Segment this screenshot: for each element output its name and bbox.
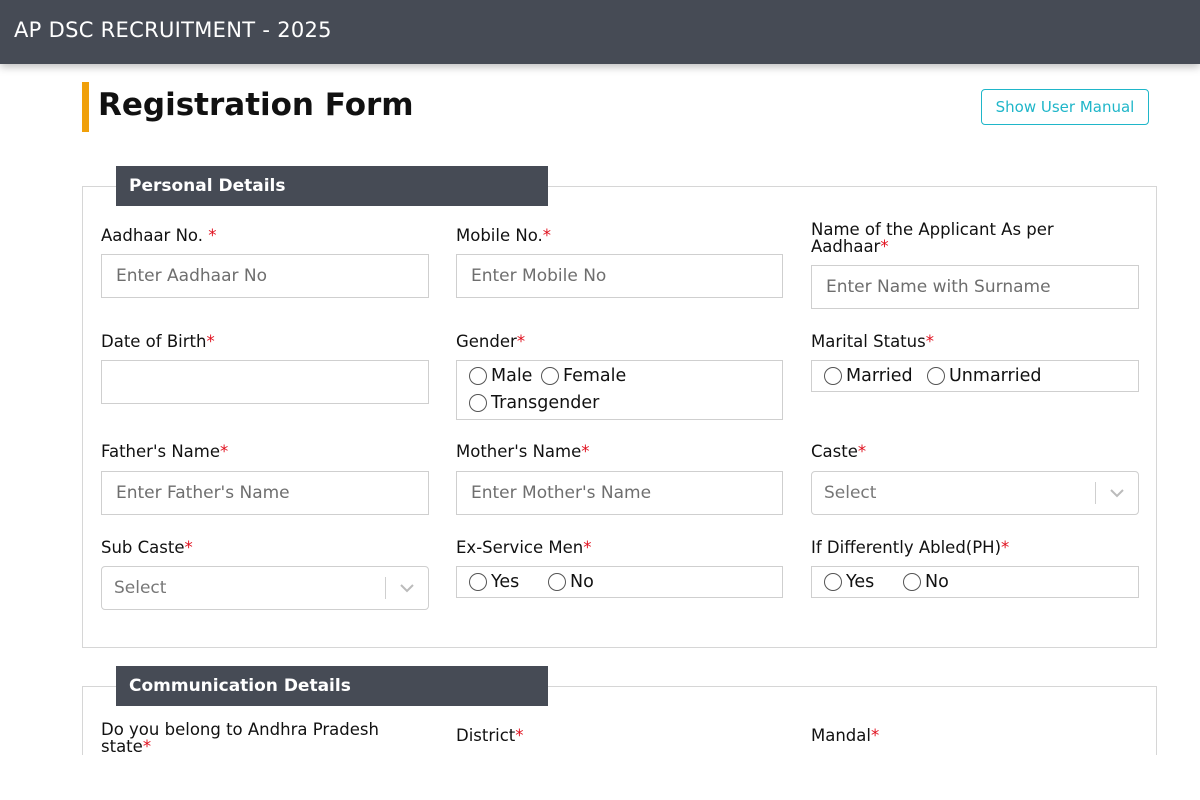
marital-unmarried-option[interactable]: Unmarried	[927, 366, 1042, 386]
mobile-label: Mobile No.*	[456, 227, 551, 244]
sub-caste-select-value: Select	[114, 578, 167, 598]
radio-circle-icon[interactable]	[927, 367, 945, 385]
radio-circle-icon[interactable]	[903, 573, 921, 591]
caste-select-value: Select	[824, 483, 877, 503]
mobile-input[interactable]	[456, 254, 783, 298]
show-user-manual-button[interactable]: Show User Manual	[981, 89, 1149, 125]
mandal-label: Mandal*	[811, 727, 879, 744]
marital-status-radio-group: Married Unmarried	[811, 360, 1139, 392]
required-marker: *	[581, 442, 590, 461]
marital-label-text: Marital Status	[811, 332, 926, 351]
aadhaar-label-text: Aadhaar No.	[101, 226, 209, 245]
page-title: Registration Form	[98, 87, 414, 123]
mandal-label-text: Mandal	[811, 726, 871, 745]
radio-circle-icon[interactable]	[548, 573, 566, 591]
required-marker: *	[220, 442, 229, 461]
radio-circle-icon[interactable]	[824, 573, 842, 591]
gender-female-label: Female	[563, 366, 627, 386]
ex-service-label: Ex-Service Men*	[456, 539, 591, 556]
sub-caste-label: Sub Caste*	[101, 539, 193, 556]
district-label-text: District	[456, 726, 516, 745]
gender-transgender-option[interactable]: Transgender	[469, 393, 599, 413]
applicant-name-label: Name of the Applicant As per Aadhaar*	[811, 221, 1054, 255]
differently-abled-no-label: No	[925, 572, 949, 592]
ex-service-label-text: Ex-Service Men	[456, 538, 584, 557]
gender-male-option[interactable]: Male	[469, 366, 532, 386]
differently-abled-radio-group: Yes No	[811, 566, 1139, 598]
father-name-input[interactable]	[101, 471, 429, 515]
radio-circle-icon[interactable]	[541, 367, 559, 385]
chevron-down-icon[interactable]	[1096, 488, 1138, 498]
app-title: AP DSC RECRUITMENT - 2025	[14, 18, 332, 42]
differently-abled-label-text: If Differently Abled(PH)	[811, 538, 1002, 557]
communication-details-heading: Communication Details	[116, 666, 548, 706]
dob-label: Date of Birth*	[101, 333, 215, 350]
required-marker: *	[1001, 538, 1010, 557]
sub-caste-select[interactable]: Select	[101, 566, 429, 610]
required-marker: *	[870, 726, 880, 745]
ex-service-radio-group: Yes No	[456, 566, 783, 598]
required-marker: *	[208, 226, 217, 245]
gender-transgender-label: Transgender	[491, 393, 600, 413]
marital-married-option[interactable]: Married	[824, 366, 913, 386]
top-header-bar: AP DSC RECRUITMENT - 2025	[0, 0, 1200, 64]
mother-name-label: Mother's Name*	[456, 443, 590, 460]
differently-abled-no-option[interactable]: No	[903, 572, 949, 592]
dob-input[interactable]	[101, 360, 429, 404]
ex-service-no-option[interactable]: No	[548, 572, 594, 592]
required-marker: *	[925, 332, 934, 351]
caste-select[interactable]: Select	[811, 471, 1139, 515]
required-marker: *	[142, 737, 152, 756]
mother-name-input[interactable]	[456, 471, 783, 515]
differently-abled-yes-label: Yes	[846, 572, 875, 592]
ex-service-yes-label: Yes	[491, 572, 520, 592]
radio-circle-icon[interactable]	[824, 367, 842, 385]
gender-label: Gender*	[456, 333, 525, 350]
radio-circle-icon[interactable]	[469, 573, 487, 591]
radio-circle-icon[interactable]	[469, 367, 487, 385]
required-marker: *	[583, 538, 592, 557]
gender-male-label: Male	[491, 366, 533, 386]
mother-label-text: Mother's Name	[456, 442, 582, 461]
personal-details-heading: Personal Details	[116, 166, 548, 206]
dob-label-text: Date of Birth	[101, 332, 207, 351]
chevron-down-icon[interactable]	[386, 583, 428, 593]
father-label-text: Father's Name	[101, 442, 221, 461]
ap-state-label-line2: state	[101, 737, 143, 756]
required-marker: *	[516, 332, 526, 351]
required-marker: *	[206, 332, 215, 351]
mobile-label-text: Mobile No.	[456, 226, 543, 245]
marital-unmarried-label: Unmarried	[949, 366, 1042, 386]
ap-state-label: Do you belong to Andhra Pradesh state*	[101, 721, 379, 755]
gender-female-option[interactable]: Female	[541, 366, 626, 386]
required-marker: *	[857, 442, 867, 461]
required-marker: *	[515, 726, 524, 745]
caste-label-text: Caste	[811, 442, 858, 461]
required-marker: *	[184, 538, 193, 557]
bottom-fade	[0, 755, 1200, 800]
aadhaar-input[interactable]	[101, 254, 429, 298]
gender-radio-group: Male Female Transgender	[456, 360, 783, 420]
applicant-name-label-line2: Aadhaar	[811, 237, 881, 256]
required-marker: *	[880, 237, 889, 256]
differently-abled-label: If Differently Abled(PH)*	[811, 539, 1009, 556]
ex-service-yes-option[interactable]: Yes	[469, 572, 519, 592]
father-name-label: Father's Name*	[101, 443, 228, 460]
marital-status-label: Marital Status*	[811, 333, 934, 350]
required-marker: *	[542, 226, 552, 245]
differently-abled-yes-option[interactable]: Yes	[824, 572, 874, 592]
district-label: District*	[456, 727, 524, 744]
aadhaar-label: Aadhaar No. *	[101, 227, 216, 244]
ex-service-no-label: No	[570, 572, 594, 592]
sub-caste-label-text: Sub Caste	[101, 538, 185, 557]
title-accent-bar	[82, 82, 89, 132]
marital-married-label: Married	[846, 366, 913, 386]
gender-label-text: Gender	[456, 332, 517, 351]
radio-circle-icon[interactable]	[469, 394, 487, 412]
caste-label: Caste*	[811, 443, 866, 460]
applicant-name-input[interactable]	[811, 265, 1139, 309]
